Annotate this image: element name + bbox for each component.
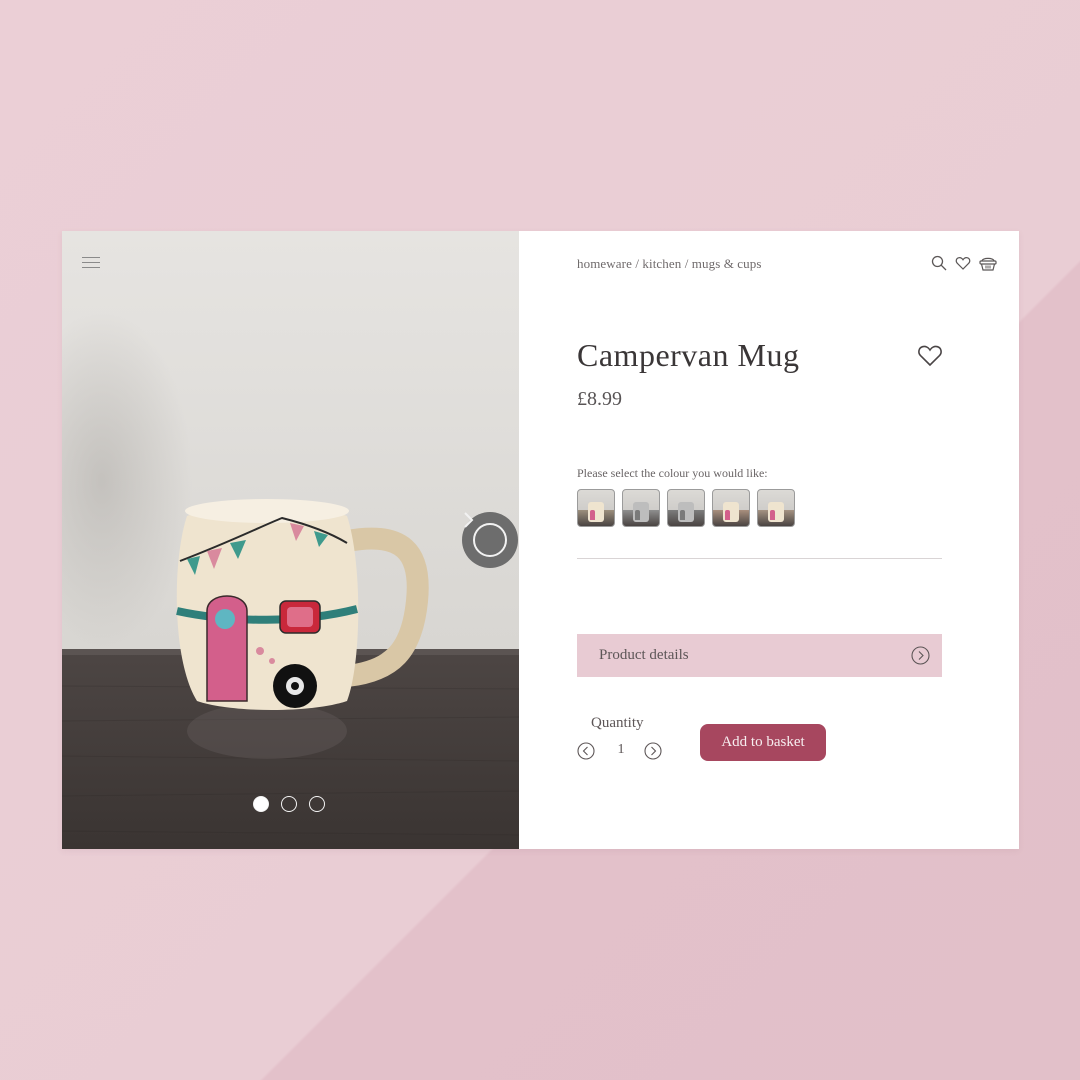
quantity-increase-icon[interactable] [644,742,662,760]
chevron-right-circle-icon [911,646,930,665]
swatch-mug-door [680,510,685,520]
divider [577,558,942,559]
colour-swatch-2[interactable] [622,489,660,527]
swatch-mug-door [590,510,595,520]
chevron-right-icon [464,512,507,557]
product-details-label: Product details [599,647,689,663]
breadcrumb-homeware[interactable]: homeware [577,256,632,271]
breadcrumb-kitchen[interactable]: kitchen [642,256,681,271]
product-info-panel: homeware / kitchen / mugs & cups Camperv… [519,231,1019,849]
product-price: £8.99 [577,388,622,410]
add-to-basket-button[interactable]: Add to basket [700,724,826,761]
search-icon[interactable] [931,255,947,271]
menu-line [82,267,100,268]
colour-swatch-5[interactable] [757,489,795,527]
header-icons [931,255,997,271]
add-to-wishlist-heart-icon[interactable] [917,343,943,367]
breadcrumb-mugs-cups[interactable]: mugs & cups [692,256,762,271]
colour-prompt: Please select the colour you would like: [577,466,768,480]
colour-swatch-1[interactable] [577,489,615,527]
colour-swatch-3[interactable] [667,489,705,527]
product-card: homeware / kitchen / mugs & cups Camperv… [62,231,1019,849]
swatch-mug-thumbnail [678,502,694,522]
quantity-label: Quantity [591,715,644,731]
gallery-dot-2[interactable] [281,796,297,812]
product-details-toggle[interactable]: Product details [577,634,942,677]
swatch-mug-thumbnail [768,502,784,522]
product-image [62,231,519,849]
colour-swatches [577,489,795,527]
swatch-mug-door [635,510,640,520]
mug-photo [62,231,519,849]
product-title: Campervan Mug [577,337,800,373]
swatch-mug-door [725,510,730,520]
breadcrumb: homeware / kitchen / mugs & cups [577,256,762,272]
quantity-decrease-icon[interactable] [577,742,595,760]
quantity-value: 1 [617,742,625,757]
gallery-dot-3[interactable] [309,796,325,812]
breadcrumb-separator: / [684,256,689,271]
swatch-mug-thumbnail [633,502,649,522]
next-image-button[interactable] [462,512,518,568]
colour-swatch-4[interactable] [712,489,750,527]
breadcrumb-separator: / [635,256,640,271]
menu-icon[interactable] [82,257,100,271]
swatch-mug-door [770,510,775,520]
heart-icon[interactable] [955,255,971,271]
gallery-pagination [253,796,325,812]
basket-icon[interactable] [979,255,997,271]
swatch-mug-thumbnail [588,502,604,522]
swatch-mug-thumbnail [723,502,739,522]
menu-line [82,257,100,258]
menu-line [82,262,100,263]
gallery-dot-1[interactable] [253,796,269,812]
